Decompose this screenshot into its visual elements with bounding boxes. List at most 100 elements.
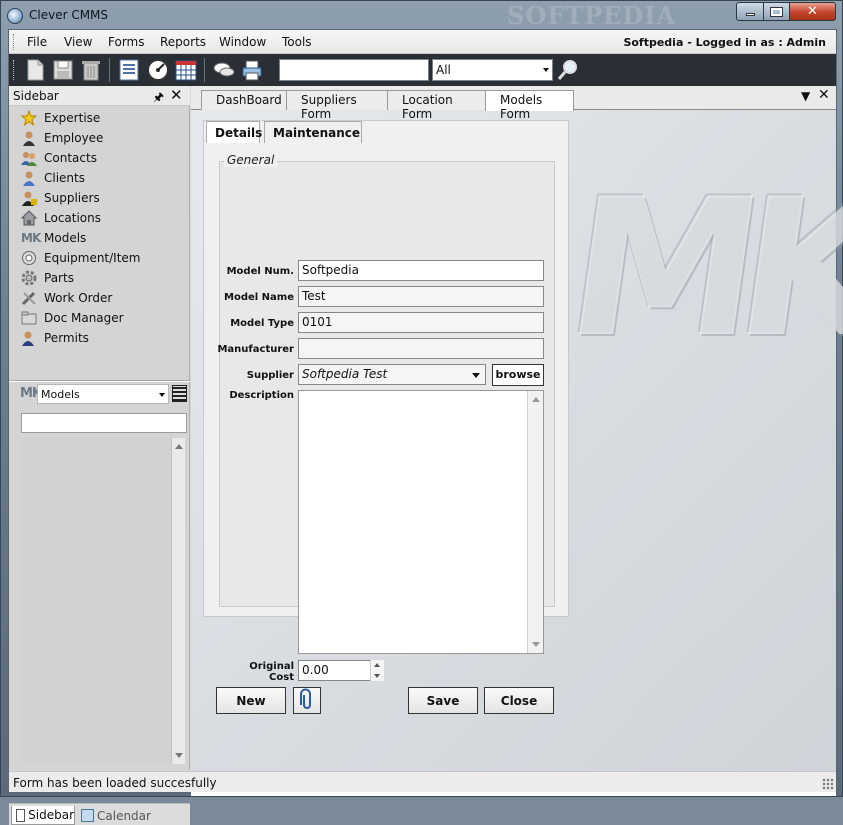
calendar-grid-icon <box>175 60 197 81</box>
tab-location-form[interactable]: Location Form <box>387 90 487 121</box>
menu-view[interactable]: View <box>64 35 92 49</box>
tab-label: Sidebar <box>28 808 74 822</box>
document-area: MK DashBoard Suppliers Form Location For… <box>191 86 843 796</box>
menu-reports[interactable]: Reports <box>160 35 206 49</box>
new-doc-button[interactable] <box>23 58 47 82</box>
form-tabs: Details Maintenance <box>204 121 570 143</box>
sidebar-item-models[interactable]: MK Models <box>21 228 141 248</box>
general-group-title: General <box>224 153 278 167</box>
tab-list-chevron-icon[interactable]: ▼ <box>801 89 810 103</box>
sidebar-item-locations[interactable]: Locations <box>20 208 141 228</box>
sidebar-item-clients[interactable]: Clients <box>21 168 141 188</box>
house-icon <box>20 210 38 226</box>
scroll-up-icon[interactable] <box>532 397 540 402</box>
dashboard-button[interactable] <box>146 58 170 82</box>
close-button[interactable]: Close <box>484 687 554 714</box>
tab-suppliers-form[interactable]: Suppliers Form <box>286 90 388 121</box>
client-area: File View Forms Reports Window Tools Sof… <box>8 29 843 825</box>
model-name-field[interactable]: Test <box>298 286 544 307</box>
tab-dashboard[interactable]: DashBoard <box>201 90 287 110</box>
attach-button[interactable] <box>293 687 321 714</box>
supplier-select[interactable]: Softpedia Test <box>298 364 486 385</box>
sidebar-item-equipment[interactable]: Equipment/Item <box>21 248 141 268</box>
close-window-button[interactable]: ✕ <box>789 2 836 21</box>
chevron-down-icon <box>472 373 480 378</box>
menu-bar: File View Forms Reports Window Tools Sof… <box>9 30 836 54</box>
model-num-field[interactable]: Softpedia <box>298 260 544 281</box>
sidebar-results-list[interactable] <box>21 438 185 764</box>
browse-button[interactable]: browse <box>492 364 544 386</box>
sidebar-item-employee[interactable]: Employee <box>21 128 141 148</box>
menu-tools[interactable]: Tools <box>282 35 312 49</box>
minimize-icon <box>745 13 755 16</box>
sidebar-item-expertise[interactable]: Expertise <box>20 108 141 128</box>
save-button[interactable]: Save <box>408 687 478 714</box>
sidebar-item-contacts[interactable]: Contacts <box>21 148 141 168</box>
sidebar-item-suppliers[interactable]: Suppliers <box>21 188 141 208</box>
chat-button[interactable] <box>212 58 236 82</box>
mk-background-logo: MK <box>555 158 843 379</box>
menu-window[interactable]: Window <box>219 35 266 49</box>
new-doc-icon <box>27 59 44 81</box>
tab-calendar[interactable]: Calendar <box>77 806 153 825</box>
close-tab-icon[interactable]: ✕ <box>818 87 830 103</box>
pin-icon[interactable]: 🖈 <box>153 88 164 109</box>
model-name-label: Model Name <box>224 292 294 303</box>
tab-sidebar[interactable]: Sidebar <box>11 806 75 825</box>
toolbar-filter-select[interactable]: All <box>432 59 553 81</box>
sidebar-divider[interactable] <box>9 380 190 382</box>
sidebar-item-label: Employee <box>44 131 104 145</box>
list-button[interactable] <box>117 58 141 82</box>
sidebar-close-icon[interactable]: ✕ <box>170 86 183 104</box>
new-button[interactable]: New <box>216 687 286 714</box>
tab-details[interactable]: Details <box>206 121 262 143</box>
toolbar-grip-handle[interactable] <box>13 60 16 80</box>
sidebar-item-doc-manager[interactable]: Doc Manager <box>21 308 141 328</box>
resize-grip[interactable] <box>822 778 834 790</box>
maximize-button[interactable] <box>763 2 790 21</box>
sidebar-list-scrollbar[interactable] <box>171 438 185 764</box>
calendar-button[interactable] <box>174 58 198 82</box>
search-button[interactable] <box>556 58 580 82</box>
manufacturer-field[interactable] <box>298 338 544 359</box>
scroll-up-icon[interactable] <box>175 444 183 449</box>
person-icon <box>21 130 37 146</box>
people-icon <box>21 150 37 166</box>
login-status: Softpedia - Logged in as : Admin <box>623 36 826 49</box>
scroll-down-icon[interactable] <box>175 753 183 758</box>
stepper-up-icon[interactable] <box>374 663 380 667</box>
sidebar-item-permits[interactable]: Permits <box>21 328 141 348</box>
sidebar-item-label: Equipment/Item <box>44 251 141 265</box>
tab-maintenance[interactable]: Maintenance <box>264 121 362 143</box>
sidebar-item-work-order[interactable]: Work Order <box>21 288 141 308</box>
description-scrollbar[interactable] <box>527 391 543 653</box>
delete-button[interactable] <box>79 58 103 82</box>
title-bar[interactable]: Clever CMMS SOFTPEDIA ✕ <box>1 1 842 30</box>
menu-forms[interactable]: Forms <box>108 35 144 49</box>
sidebar-search-input[interactable] <box>21 413 187 433</box>
description-textarea[interactable] <box>298 390 544 654</box>
save-toolbar-button[interactable] <box>51 58 75 82</box>
original-cost-stepper[interactable] <box>370 660 384 681</box>
status-bar: Form has been loaded succesfully <box>9 771 836 792</box>
stepper-down-icon[interactable] <box>374 674 380 678</box>
minimize-button[interactable] <box>736 2 764 21</box>
sidebar-item-label: Locations <box>44 211 102 225</box>
star-icon <box>20 109 38 127</box>
print-button[interactable] <box>240 58 264 82</box>
scroll-down-icon[interactable] <box>532 642 540 647</box>
sidebar-category-select[interactable]: Models <box>37 384 169 404</box>
app-icon[interactable] <box>7 8 23 24</box>
model-type-label: Model Type <box>230 318 294 329</box>
sidebar-item-parts[interactable]: Parts <box>21 268 141 288</box>
save-icon <box>53 60 73 80</box>
manufacturer-label: Manufacturer <box>217 344 294 355</box>
tab-models-form[interactable]: Models Form <box>485 90 574 121</box>
close-icon: ✕ <box>807 4 818 19</box>
toolbar-search-input[interactable] <box>279 59 429 81</box>
menu-grip-handle[interactable] <box>13 34 16 50</box>
grid-view-icon[interactable] <box>172 385 187 402</box>
model-type-field[interactable]: 0101 <box>298 312 544 333</box>
menu-file[interactable]: File <box>27 35 47 49</box>
sidebar-item-label: Permits <box>44 331 89 345</box>
